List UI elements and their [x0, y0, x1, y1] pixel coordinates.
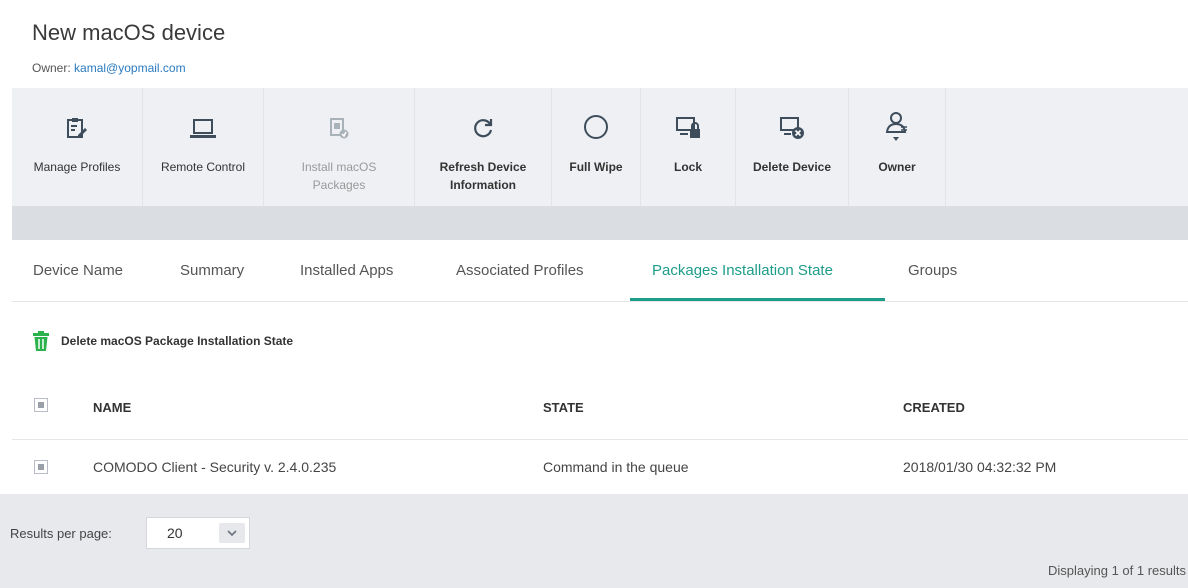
lock-label: Lock [673, 160, 702, 174]
remote-control-label: Remote Control [160, 160, 246, 174]
toolbar-spacer [12, 206, 1188, 240]
lock-button[interactable]: Lock [641, 88, 735, 206]
delete-package-state-label: Delete macOS Package Installation State [61, 334, 294, 348]
tab-installed-apps[interactable]: Installed Apps [300, 240, 393, 302]
manage-profiles-button[interactable]: Manage Profiles [12, 88, 142, 206]
user-owner-icon [849, 88, 945, 144]
install-macos-packages-button[interactable]: Install macOS Packages [264, 88, 414, 206]
active-tab-indicator [630, 298, 885, 301]
remote-control-button[interactable]: Remote Control [143, 88, 263, 206]
install-label-line-2: Packages [312, 178, 366, 192]
device-lock-icon [641, 88, 735, 144]
laptop-icon [143, 88, 263, 144]
circle-icon [552, 88, 640, 144]
row-checkbox[interactable] [34, 460, 48, 474]
install-macos-packages-label: Install macOS Packages [302, 158, 377, 194]
refresh-device-information-label: Refresh Device Information [440, 158, 527, 194]
tab-summary[interactable]: Summary [180, 240, 244, 302]
owner-button[interactable]: Owner [849, 88, 945, 206]
full-wipe-label: Full Wipe [569, 160, 623, 174]
refresh-icon [415, 88, 551, 144]
install-label-line-1: Install macOS [301, 160, 377, 174]
results-count: Displaying 1 of 1 results [1047, 563, 1186, 578]
table-row[interactable]: COMODO Client - Security v. 2.4.0.235 Co… [12, 442, 1188, 494]
full-wipe-button[interactable]: Full Wipe [552, 88, 640, 206]
column-header-created[interactable]: CREATED [903, 400, 965, 415]
select-all-checkbox[interactable] [34, 398, 48, 412]
pagination-footer: Results per page: 20 Displaying 1 of 1 r… [0, 494, 1188, 588]
owner-label: Owner: [32, 61, 71, 75]
results-per-page-select[interactable]: 20 [146, 517, 250, 549]
delete-package-state-button[interactable]: Delete macOS Package Installation State [33, 329, 293, 353]
page-title: New macOS device [32, 20, 226, 45]
device-header: New macOS device Owner: kamal@yopmail.co… [0, 0, 1188, 88]
cell-state: Command in the queue [543, 459, 689, 475]
owner-line: Owner: kamal@yopmail.com [32, 61, 186, 75]
delete-device-button[interactable]: Delete Device [736, 88, 848, 206]
cell-created: 2018/01/30 04:32:32 PM [903, 459, 1057, 475]
refresh-label-line-2: Information [450, 178, 516, 192]
tab-groups[interactable]: Groups [908, 240, 957, 302]
tab-device-name[interactable]: Device Name [33, 240, 123, 302]
owner-email-link[interactable]: kamal@yopmail.com [74, 61, 186, 75]
delete-device-label: Delete Device [752, 160, 832, 174]
tab-associated-profiles[interactable]: Associated Profiles [456, 240, 584, 302]
results-per-page-value: 20 [167, 525, 183, 541]
trash-icon [33, 331, 49, 351]
results-per-page-label: Results per page: [10, 526, 112, 541]
toolbar-divider [945, 88, 946, 206]
tab-packages-installation-state[interactable]: Packages Installation State [652, 240, 833, 302]
chevron-down-icon [219, 523, 245, 543]
refresh-device-information-button[interactable]: Refresh Device Information [415, 88, 551, 206]
package-install-icon [264, 88, 414, 144]
device-toolbar: Manage Profiles Remote Control Install m… [12, 88, 1188, 206]
owner-label: Owner [878, 160, 916, 174]
table-header: NAME STATE CREATED [12, 382, 1188, 440]
column-header-name[interactable]: NAME [93, 400, 131, 415]
device-delete-icon [736, 88, 848, 144]
manage-profiles-label: Manage Profiles [33, 160, 121, 174]
clipboard-edit-icon [12, 88, 142, 144]
refresh-label-line-1: Refresh Device [439, 160, 527, 174]
cell-name: COMODO Client - Security v. 2.4.0.235 [93, 459, 337, 475]
device-tabs: Device Name Summary Installed Apps Assoc… [12, 240, 1188, 302]
column-header-state[interactable]: STATE [543, 400, 584, 415]
